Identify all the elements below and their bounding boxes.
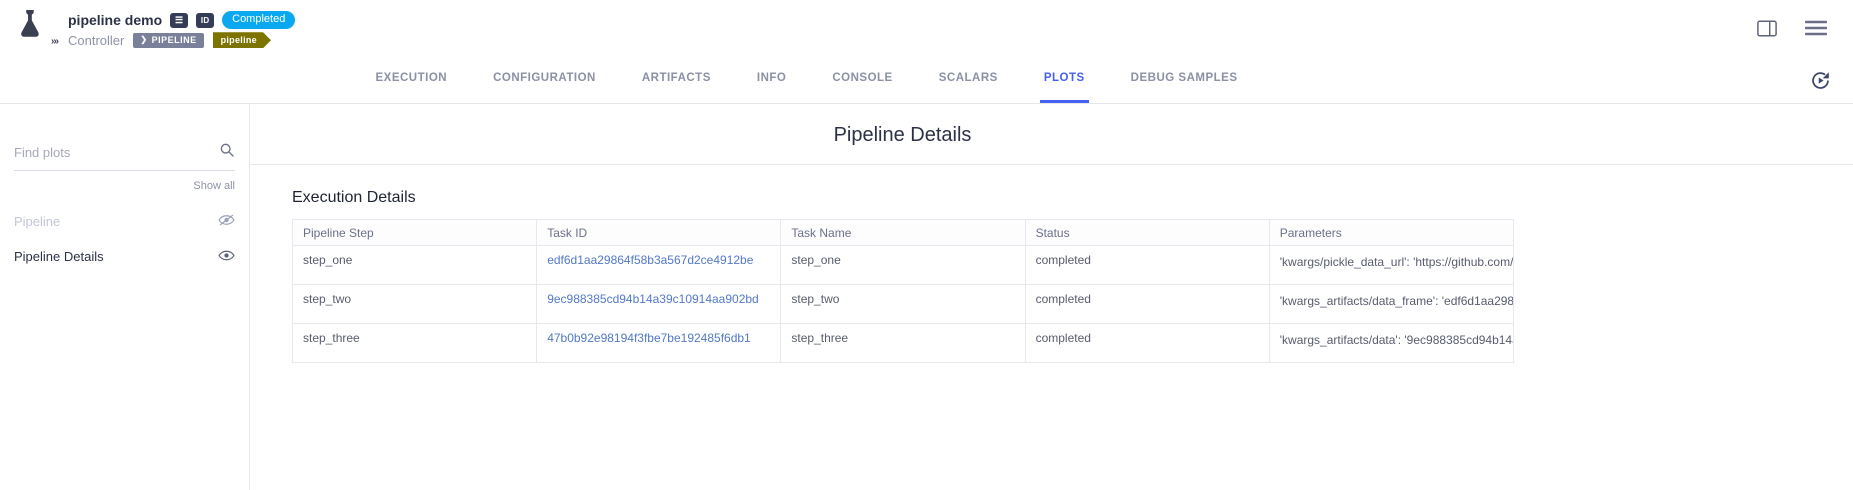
logo-arrows-icon: ››› (51, 36, 58, 47)
task-id-link[interactable]: 47b0b92e98194f3fbe7be192485f6db1 (547, 331, 751, 345)
tab-execution[interactable]: EXECUTION (371, 56, 451, 103)
chevron-right-icon: ❯ (140, 35, 147, 44)
app-logo-icon[interactable]: ››› (14, 7, 56, 51)
sidebar-item-pipeline-details[interactable]: Pipeline Details (14, 239, 235, 274)
cell-task-id: 9ec988385cd94b14a39c10914aa902bd (537, 285, 781, 324)
cell-parameters: 'kwargs_artifacts/data': '9ec988385cd94b… (1269, 324, 1513, 363)
tab-plots[interactable]: PLOTS (1040, 56, 1089, 103)
tab-configuration[interactable]: CONFIGURATION (489, 56, 600, 103)
col-status: Status (1025, 220, 1269, 246)
hamburger-menu-icon[interactable] (1805, 20, 1827, 36)
cell-parameters: 'kwargs/pickle_data_url': 'https://githu… (1269, 246, 1513, 285)
task-id-link[interactable]: edf6d1aa29864f58b3a567d2ce4912be (547, 253, 753, 267)
status-badge: Completed (222, 11, 295, 29)
output-log-icon[interactable]: ☰ (170, 13, 188, 28)
cell-task-name: step_two (781, 285, 1025, 324)
tab-info[interactable]: INFO (753, 56, 790, 103)
auto-refresh-icon[interactable] (1810, 70, 1831, 91)
execution-details-table: Pipeline Step Task ID Task Name Status P… (292, 219, 1514, 363)
top-header: ››› pipeline demo ☰ ID Completed Control… (0, 0, 1853, 56)
tab-bar: EXECUTION CONFIGURATION ARTIFACTS INFO C… (0, 56, 1853, 104)
cell-status: completed (1025, 324, 1269, 363)
cell-pipeline-step: step_one (293, 246, 537, 285)
tab-console[interactable]: CONSOLE (828, 56, 896, 103)
search-input[interactable] (14, 145, 219, 160)
table-header-row: Pipeline Step Task ID Task Name Status P… (293, 220, 1514, 246)
task-id-link[interactable]: 9ec988385cd94b14a39c10914aa902bd (547, 292, 759, 306)
section-title: Execution Details (292, 189, 1514, 207)
cell-pipeline-step: step_three (293, 324, 537, 363)
sidebar-item-pipeline[interactable]: Pipeline (14, 204, 235, 239)
plot-divider (250, 164, 1853, 165)
tab-debug-samples[interactable]: DEBUG SAMPLES (1127, 56, 1242, 103)
col-parameters: Parameters (1269, 220, 1513, 246)
eye-off-icon[interactable] (218, 213, 235, 230)
table-row: step_two 9ec988385cd94b14a39c10914aa902b… (293, 285, 1514, 324)
search-icon[interactable] (219, 142, 235, 163)
id-badge[interactable]: ID (196, 13, 214, 28)
table-row: step_one edf6d1aa29864f58b3a567d2ce4912b… (293, 246, 1514, 285)
cell-status: completed (1025, 246, 1269, 285)
details-panel-icon[interactable] (1757, 20, 1777, 37)
cell-pipeline-step: step_two (293, 285, 537, 324)
table-row: step_three 47b0b92e98194f3fbe7be192485f6… (293, 324, 1514, 363)
cell-task-id: 47b0b92e98194f3fbe7be192485f6db1 (537, 324, 781, 363)
col-task-id: Task ID (537, 220, 781, 246)
cell-parameters: 'kwargs_artifacts/data_frame': 'edf6d1aa… (1269, 285, 1513, 324)
experiment-title: pipeline demo (68, 12, 162, 28)
col-task-name: Task Name (781, 220, 1025, 246)
cell-task-name: step_three (781, 324, 1025, 363)
execution-details-section: Execution Details Pipeline Step Task ID … (292, 189, 1514, 363)
plot-title: Pipeline Details (292, 124, 1513, 147)
project-tag-pipeline[interactable]: pipeline (213, 32, 271, 48)
task-type-label: Controller (68, 33, 124, 48)
cell-status: completed (1025, 285, 1269, 324)
show-all-link[interactable]: Show all (14, 180, 235, 192)
plots-panel: Pipeline Details Execution Details Pipel… (250, 104, 1853, 490)
cell-task-name: step_one (781, 246, 1025, 285)
plots-sidebar: Show all Pipeline Pipeline Details (0, 104, 250, 490)
flask-icon (14, 7, 44, 43)
cell-task-id: edf6d1aa29864f58b3a567d2ce4912be (537, 246, 781, 285)
tab-artifacts[interactable]: ARTIFACTS (638, 56, 715, 103)
col-pipeline-step: Pipeline Step (293, 220, 537, 246)
plot-search (14, 142, 235, 171)
tab-scalars[interactable]: SCALARS (935, 56, 1002, 103)
system-tag-pipeline: ❯ PIPELINE (133, 33, 203, 48)
eye-icon[interactable] (218, 249, 235, 265)
